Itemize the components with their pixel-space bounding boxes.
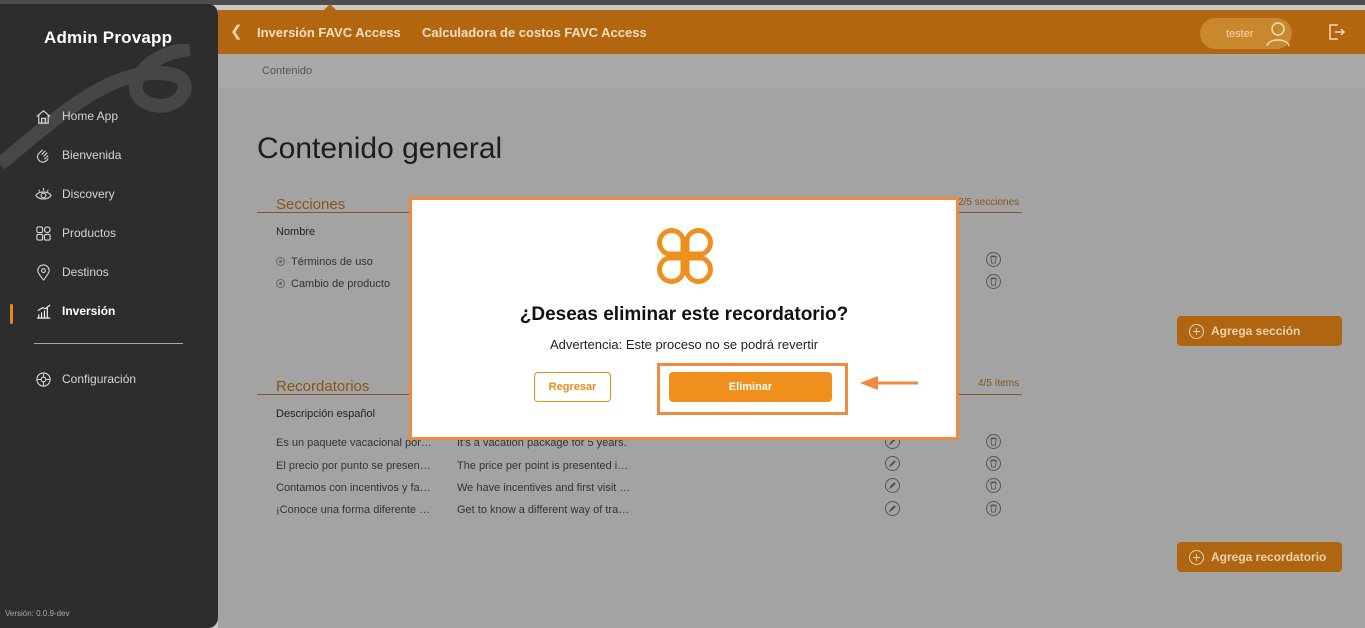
grid-icon [34, 224, 52, 242]
add-section-button[interactable]: Agrega sección [1177, 316, 1342, 346]
edit-pencil-icon[interactable] [885, 501, 900, 516]
sidebar-item-inversion[interactable]: Inversión [34, 300, 115, 322]
edit-pencil-icon[interactable] [885, 478, 900, 493]
back-chevron-icon[interactable]: ❮ [230, 22, 243, 40]
sidebar-item-configuracion[interactable]: Configuración [34, 368, 136, 390]
dialog-title: ¿Deseas eliminar este recordatorio? [519, 304, 849, 325]
trash-icon[interactable] [986, 274, 1001, 289]
app-version: Versión: 0.0.9-dev [5, 609, 70, 618]
trash-icon[interactable] [986, 434, 1001, 449]
column-header-descripcion: Descripción español [276, 408, 376, 420]
pointer-arrow-icon [860, 376, 918, 390]
reminder-en: We have incentives and first visit … [457, 482, 631, 494]
settings-icon [34, 370, 52, 388]
add-section-label: Agrega sección [1211, 324, 1301, 338]
section-radio[interactable] [276, 257, 285, 266]
active-indicator [10, 304, 13, 324]
sidebar-item-label: Configuración [62, 372, 137, 386]
clover-logo-icon [657, 228, 713, 284]
sub-header: Contenido [218, 54, 1365, 88]
trash-icon[interactable] [986, 252, 1001, 267]
sidebar-item-label: Inversión [62, 304, 116, 318]
subheader-label: Contenido [262, 65, 313, 77]
header-tab-calculadora[interactable]: Calculadora de costos FAVC Access [422, 25, 647, 40]
page-title: Contenido general [257, 132, 503, 165]
sidebar-item-bienvenida[interactable]: Bienvenida [34, 144, 121, 166]
home-icon [34, 107, 52, 125]
section-title-secciones: Secciones [276, 196, 346, 213]
section-row-name: Cambio de producto [291, 278, 391, 290]
user-name: tester [1226, 28, 1254, 40]
delete-confirm-button[interactable]: Eliminar [669, 372, 832, 402]
sidebar-item-label: Home App [62, 109, 119, 123]
sidebar-item-productos[interactable]: Productos [34, 222, 116, 244]
reminder-es: Contamos con incentivos y fa… [276, 482, 431, 494]
edit-pencil-icon[interactable] [885, 456, 900, 471]
reminders-count: 4/5 ítems [978, 378, 1020, 389]
sidebar-item-label: Discovery [62, 187, 115, 201]
trash-icon[interactable] [986, 478, 1001, 493]
plus-circle-icon [1189, 323, 1204, 339]
cancel-button[interactable]: Regresar [534, 372, 611, 402]
sidebar-item-home-app[interactable]: Home App [34, 105, 118, 127]
sidebar-item-discovery[interactable]: Discovery [34, 183, 115, 205]
section-radio[interactable] [276, 279, 285, 288]
column-header-nombre: Nombre [276, 226, 316, 238]
reminder-es: El precio por punto se presen… [276, 460, 431, 472]
section-title-recordatorios: Recordatorios [276, 378, 370, 395]
add-reminder-button[interactable]: Agrega recordatorio [1177, 542, 1342, 572]
header-notch [324, 4, 336, 10]
reminder-es: ¡Conoce una forma diferente … [276, 504, 431, 516]
sidebar-item-label: Productos [62, 226, 117, 240]
app-brand: Admin Provapp [44, 28, 173, 47]
bar-chart-icon [34, 302, 52, 320]
reminder-en: Get to know a different way of tra… [457, 504, 630, 516]
sidebar-item-label: Bienvenida [62, 148, 122, 162]
sidebar: Admin Provapp Home App Bienvenida Discov… [0, 4, 218, 628]
section-row-name: Términos de uso [291, 256, 373, 268]
dialog-body: ¿Deseas eliminar este recordatorio? Adve… [412, 200, 956, 437]
sections-count: 2/5 secciones [958, 197, 1020, 208]
plus-circle-icon [1189, 549, 1204, 565]
confirm-dialog: ¿Deseas eliminar este recordatorio? Adve… [409, 197, 959, 440]
sidebar-divider [34, 343, 183, 344]
reminder-en: The price per point is presented i… [457, 460, 629, 472]
dialog-warning: Advertencia: Este proceso no se podrá re… [549, 337, 819, 352]
sidebar-item-label: Destinos [62, 265, 109, 279]
location-pin-icon [34, 263, 52, 281]
eye-icon [34, 185, 52, 203]
user-menu[interactable]: tester [1200, 18, 1292, 49]
waving-hand-icon [34, 146, 52, 164]
logout-icon[interactable] [1326, 22, 1346, 42]
top-header: ❮ Inversión FAVC Access Calculadora de c… [218, 4, 1365, 54]
sidebar-item-destinos[interactable]: Destinos [34, 261, 109, 283]
header-tab-inversion[interactable]: Inversión FAVC Access [257, 25, 401, 40]
trash-icon[interactable] [986, 501, 1001, 516]
trash-icon[interactable] [986, 456, 1001, 471]
user-avatar-icon [1266, 22, 1290, 47]
add-reminder-label: Agrega recordatorio [1211, 550, 1327, 564]
